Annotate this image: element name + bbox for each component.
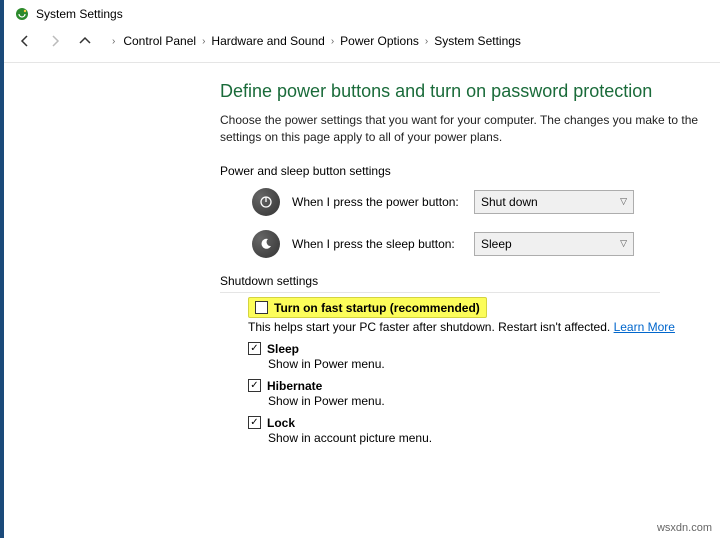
- sleep-option-desc: Show in Power menu.: [268, 357, 720, 371]
- fast-startup-highlight: Turn on fast startup (recommended): [248, 297, 487, 318]
- breadcrumb-item[interactable]: Hardware and Sound: [211, 34, 324, 48]
- sleep-option: Sleep: [248, 342, 720, 356]
- sleep-button-label: When I press the sleep button:: [292, 237, 462, 251]
- page-title: Define power buttons and turn on passwor…: [220, 81, 720, 102]
- sleep-button-dropdown[interactable]: Sleep ▽: [474, 232, 634, 256]
- chevron-right-icon: ›: [331, 36, 334, 47]
- power-icon: [252, 188, 280, 216]
- sleep-icon: [252, 230, 280, 258]
- power-sleep-section-label: Power and sleep button settings: [220, 164, 720, 178]
- sleep-button-row: When I press the sleep button: Sleep ▽: [252, 230, 720, 258]
- lock-checkbox[interactable]: [248, 416, 261, 429]
- fast-startup-description: This helps start your PC faster after sh…: [248, 320, 720, 334]
- forward-button[interactable]: [44, 30, 66, 52]
- hibernate-option: Hibernate: [248, 379, 720, 393]
- window-title: System Settings: [36, 7, 123, 21]
- chevron-right-icon: ›: [425, 36, 428, 47]
- left-accent-stripe: [0, 0, 4, 538]
- sleep-checkbox[interactable]: [248, 342, 261, 355]
- breadcrumb-item[interactable]: System Settings: [434, 34, 521, 48]
- power-options-icon: [14, 6, 30, 22]
- power-button-label: When I press the power button:: [292, 195, 462, 209]
- titlebar: System Settings: [0, 0, 720, 26]
- hibernate-option-label: Hibernate: [267, 379, 322, 393]
- main-content: Define power buttons and turn on passwor…: [0, 63, 720, 445]
- watermark: wsxdn.com: [657, 522, 712, 534]
- chevron-down-icon: ▽: [620, 196, 627, 207]
- lock-option-desc: Show in account picture menu.: [268, 431, 720, 445]
- up-button[interactable]: [74, 30, 96, 52]
- chevron-down-icon: ▽: [620, 238, 627, 249]
- power-button-dropdown[interactable]: Shut down ▽: [474, 190, 634, 214]
- breadcrumb-item[interactable]: Control Panel: [123, 34, 196, 48]
- learn-more-link[interactable]: Learn More: [614, 320, 675, 334]
- page-description: Choose the power settings that you want …: [220, 112, 720, 146]
- dropdown-value: Shut down: [481, 195, 538, 209]
- breadcrumb: Control Panel › Hardware and Sound › Pow…: [123, 34, 521, 48]
- power-button-row: When I press the power button: Shut down…: [252, 188, 720, 216]
- chevron-right-icon: ›: [112, 36, 115, 47]
- shutdown-settings-label: Shutdown settings: [220, 274, 660, 293]
- lock-option: Lock: [248, 416, 720, 430]
- hibernate-checkbox[interactable]: [248, 379, 261, 392]
- lock-option-label: Lock: [267, 416, 295, 430]
- navigation-bar: › Control Panel › Hardware and Sound › P…: [0, 26, 720, 63]
- dropdown-value: Sleep: [481, 237, 512, 251]
- back-button[interactable]: [14, 30, 36, 52]
- fast-startup-label: Turn on fast startup (recommended): [274, 301, 480, 315]
- sleep-option-label: Sleep: [267, 342, 299, 356]
- hibernate-option-desc: Show in Power menu.: [268, 394, 720, 408]
- breadcrumb-item[interactable]: Power Options: [340, 34, 419, 48]
- fast-startup-checkbox[interactable]: [255, 301, 268, 314]
- chevron-right-icon: ›: [202, 36, 205, 47]
